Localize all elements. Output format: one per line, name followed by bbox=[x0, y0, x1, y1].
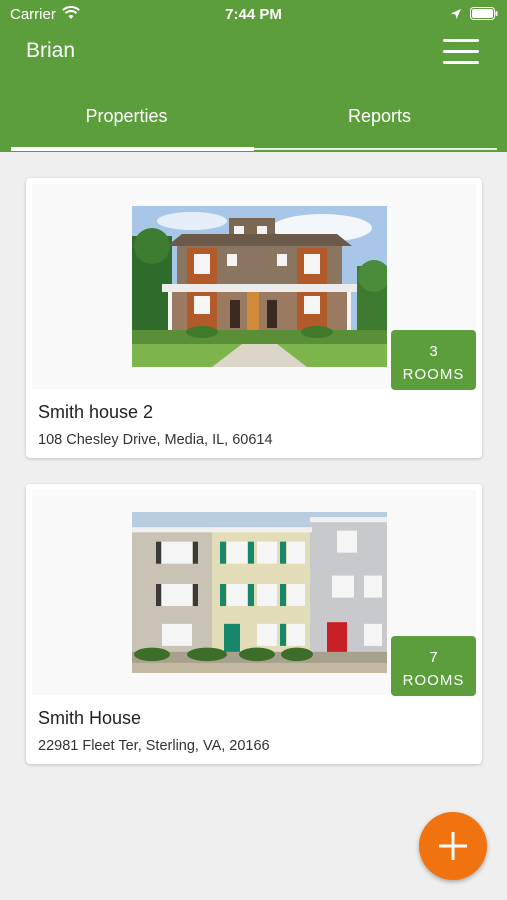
tab-bar: Properties Reports bbox=[0, 78, 507, 152]
tab-underline bbox=[254, 148, 497, 150]
property-photo bbox=[132, 512, 387, 673]
rooms-badge: 3 ROOMS bbox=[391, 330, 476, 390]
rooms-count: 7 bbox=[429, 649, 438, 666]
hamburger-menu-icon[interactable] bbox=[443, 39, 479, 67]
property-card[interactable]: 3 ROOMS Smith house 2 108 Chesley Drive,… bbox=[26, 178, 482, 458]
page-title: Brian bbox=[26, 39, 76, 62]
property-image-area: 3 ROOMS bbox=[32, 184, 476, 390]
property-address: 22981 Fleet Ter, Sterling, VA, 20166 bbox=[38, 738, 270, 754]
add-property-button[interactable] bbox=[419, 812, 487, 880]
property-name: Smith house 2 bbox=[38, 402, 154, 422]
rooms-label: ROOMS bbox=[402, 366, 465, 383]
property-card[interactable]: 7 ROOMS Smith House 22981 Fleet Ter, Ste… bbox=[26, 484, 482, 764]
property-photo bbox=[132, 206, 387, 367]
tab-reports[interactable]: Reports bbox=[253, 78, 506, 152]
rooms-count: 3 bbox=[429, 343, 438, 360]
tab-properties[interactable]: Properties bbox=[0, 78, 253, 152]
battery-icon bbox=[470, 7, 498, 20]
status-bar: Carrier 7:44 PM bbox=[0, 0, 507, 28]
selected-tab-indicator bbox=[11, 147, 254, 151]
property-address: 108 Chesley Drive, Media, IL, 60614 bbox=[38, 432, 273, 448]
app-bar: Brian bbox=[0, 28, 507, 78]
rooms-badge: 7 ROOMS bbox=[391, 636, 476, 696]
location-arrow-icon bbox=[451, 9, 461, 19]
property-image-area: 7 ROOMS bbox=[32, 490, 476, 696]
rooms-label: ROOMS bbox=[402, 672, 465, 689]
property-name: Smith House bbox=[38, 708, 142, 728]
clock: 7:44 PM bbox=[225, 6, 282, 23]
plus-icon bbox=[439, 832, 467, 860]
